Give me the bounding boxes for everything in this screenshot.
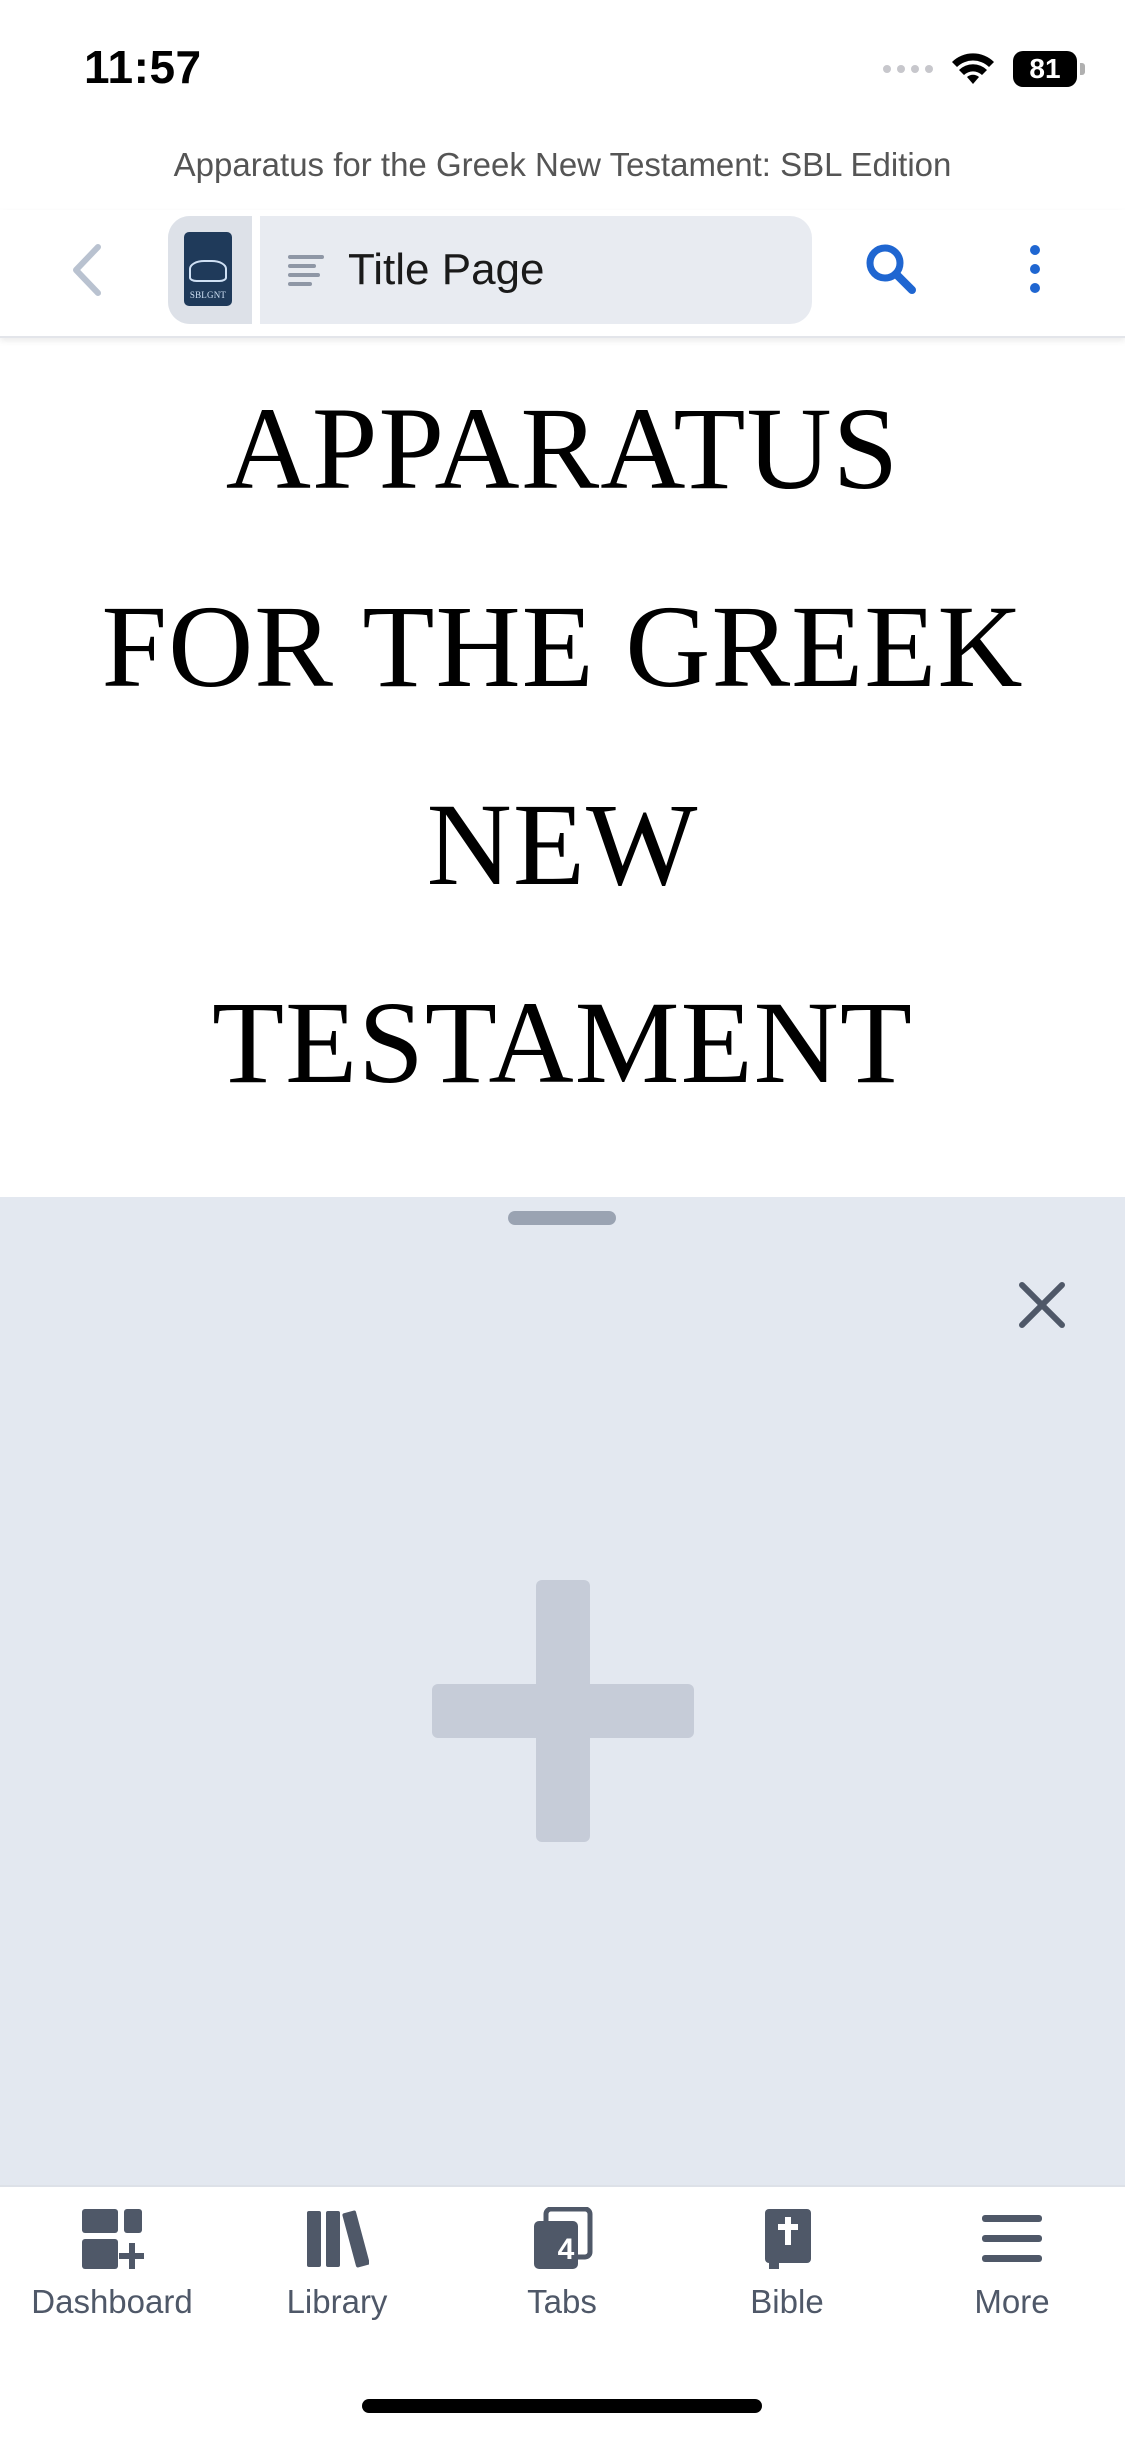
drag-handle[interactable]	[508, 1211, 616, 1225]
cellular-signal-icon	[883, 65, 933, 73]
tab-label: More	[974, 2283, 1050, 2320]
reader-toolbar: SBLGNT Title Page	[0, 210, 1125, 338]
plus-icon	[432, 1580, 694, 1842]
search-icon	[866, 244, 916, 294]
section-label: Title Page	[348, 245, 545, 294]
battery-level: 81	[1029, 53, 1061, 84]
tab-label: Tabs	[527, 2283, 597, 2320]
wifi-icon	[952, 53, 994, 84]
list-icon	[288, 255, 324, 286]
tab-label: Library	[286, 2283, 388, 2320]
book-title: Apparatus for the Greek New Testament: S…	[173, 146, 952, 183]
title-line: FOR THE GREEK	[101, 581, 1024, 712]
chevron-left-icon	[73, 244, 101, 296]
title-line: APPARATUS	[225, 383, 900, 514]
more-options-button[interactable]	[1010, 240, 1060, 298]
close-icon	[1019, 1282, 1065, 1328]
tab-label: Bible	[750, 2283, 824, 2320]
title-line: TESTAMENT	[212, 977, 913, 1108]
close-panel-button[interactable]	[1014, 1277, 1070, 1333]
tab-library[interactable]: Library	[237, 2207, 437, 2347]
library-icon	[307, 2210, 369, 2268]
menu-icon	[982, 2215, 1042, 2262]
tab-bible[interactable]: Bible	[687, 2207, 887, 2347]
search-button[interactable]	[862, 240, 920, 298]
title-line: NEW	[426, 779, 699, 910]
tab-more[interactable]: More	[912, 2207, 1112, 2347]
back-button[interactable]	[62, 240, 112, 300]
section-navigator[interactable]: SBLGNT Title Page	[168, 216, 812, 324]
split-panel	[0, 1197, 1125, 2185]
book-cover-icon: SBLGNT	[184, 232, 232, 306]
home-indicator[interactable]	[362, 2399, 762, 2413]
pill-divider	[252, 216, 260, 324]
status-time: 11:57	[84, 41, 202, 93]
add-panel-button[interactable]	[432, 1580, 694, 1842]
tabs-count-badge: 4	[557, 2233, 575, 2266]
status-indicators: 81	[883, 46, 1085, 92]
book-thumbnail-button[interactable]: SBLGNT	[168, 216, 252, 324]
dashboard-icon	[82, 2209, 144, 2269]
tab-label: Dashboard	[31, 2283, 193, 2320]
vertical-ellipsis-icon	[1030, 245, 1040, 255]
tab-dashboard[interactable]: Dashboard	[12, 2207, 212, 2347]
bible-icon	[765, 2209, 811, 2269]
book-cover-label: SBLGNT	[189, 290, 227, 300]
battery-icon: 81	[1013, 51, 1085, 87]
status-bar: 11:57 81	[0, 0, 1125, 130]
tab-tabs[interactable]: 4 Tabs	[462, 2207, 662, 2347]
book-title-page: APPARATUS FOR THE GREEK NEW TESTAMENT	[0, 350, 1125, 1142]
